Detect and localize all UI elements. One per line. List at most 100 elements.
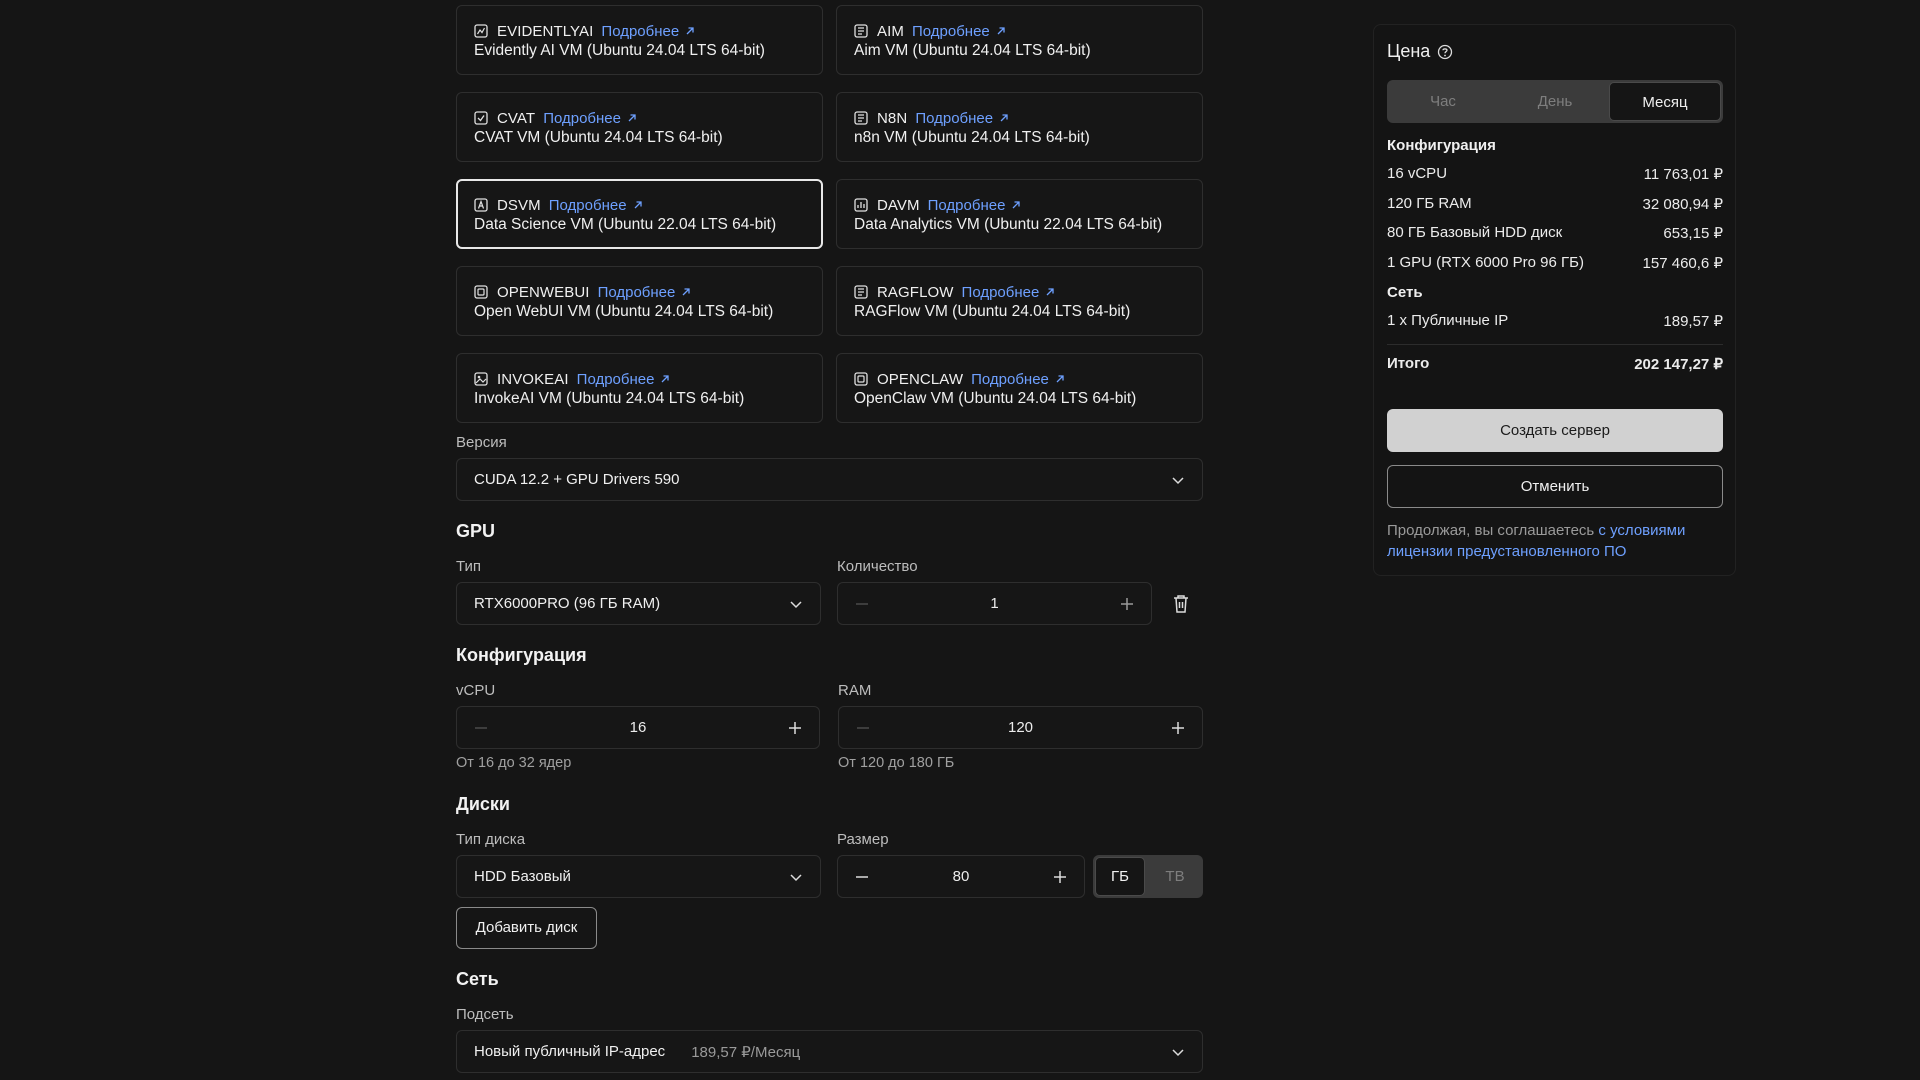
more-link[interactable]: Подробнее	[577, 371, 671, 388]
image-description: Aim VM (Ubuntu 24.04 LTS 64-bit)	[854, 42, 1091, 59]
subnet-select[interactable]: Новый публичный IP-адрес 189,57 ₽/Месяц	[456, 1030, 1203, 1073]
price-total-row: Итого 202 147,27 ₽	[1387, 355, 1723, 373]
more-link[interactable]: Подробнее	[971, 371, 1065, 388]
disk-type-select[interactable]: HDD Базовый	[456, 855, 821, 898]
external-link-icon	[682, 288, 691, 296]
ram-stepper[interactable]: 120	[838, 706, 1203, 749]
external-link-icon	[1046, 288, 1054, 296]
price-panel: Цена Час День Месяц Конфигурация 16 vCPU…	[1373, 24, 1736, 576]
external-link-icon	[661, 375, 670, 383]
ram-hint: От 120 до 180 ГБ	[838, 755, 955, 771]
image-icon	[474, 111, 488, 125]
more-link[interactable]: Подробнее	[928, 197, 1022, 214]
chevron-down-icon	[790, 601, 802, 609]
chevron-down-icon	[1172, 477, 1184, 485]
gpu-type-select[interactable]: RTX6000PRO (96 ГБ RAM)	[456, 582, 821, 625]
period-hour[interactable]: Час	[1387, 80, 1499, 123]
version-value: CUDA 12.2 + GPU Drivers 590	[474, 471, 680, 488]
period-month[interactable]: Месяц	[1609, 82, 1721, 121]
image-code: DSVM	[497, 196, 541, 214]
price-row: 1 x Публичные IP 189,57 ₽	[1387, 312, 1723, 330]
help-icon[interactable]	[1437, 44, 1453, 60]
more-link[interactable]: Подробнее	[598, 284, 692, 301]
image-card-openclaw[interactable]: OPENCLAW Подробнее OpenClaw VM (Ubuntu 2…	[836, 353, 1203, 423]
image-card-dsvm[interactable]: DSVM Подробнее Data Science VM (Ubuntu 2…	[456, 179, 823, 249]
chevron-down-icon	[1172, 1049, 1184, 1057]
period-day[interactable]: День	[1499, 80, 1611, 123]
vcpu-hint: От 16 до 32 ядер	[456, 755, 572, 771]
disk-size-label: Размер	[837, 831, 889, 848]
disk-unit-toggle: ГБ ТВ	[1093, 855, 1203, 898]
plus-icon[interactable]	[788, 721, 802, 735]
more-link[interactable]: Подробнее	[601, 23, 695, 40]
price-row: 1 GPU (RTX 6000 Pro 96 ГБ) 157 460,6 ₽	[1387, 254, 1723, 272]
image-card-ragflow[interactable]: RAGFLOW Подробнее RAGFlow VM (Ubuntu 24.…	[836, 266, 1203, 336]
image-description: n8n VM (Ubuntu 24.04 LTS 64-bit)	[854, 129, 1090, 146]
image-code: RAGFLOW	[877, 283, 954, 301]
more-link[interactable]: Подробнее	[549, 197, 643, 214]
image-card-n8n[interactable]: N8N Подробнее n8n VM (Ubuntu 24.04 LTS 6…	[836, 92, 1203, 162]
add-disk-button[interactable]: Добавить диск	[456, 907, 597, 949]
image-grid: EVIDENTLYAI Подробнее Evidently AI VM (U…	[456, 5, 1203, 423]
price-row: 120 ГБ RAM 32 080,94 ₽	[1387, 195, 1723, 213]
image-icon	[474, 198, 488, 212]
gpu-type-label: Тип	[456, 558, 482, 575]
image-description: Data Science VM (Ubuntu 22.04 LTS 64-bit…	[474, 216, 777, 233]
image-code: INVOKEAI	[497, 370, 569, 388]
image-card-cvat[interactable]: CVAT Подробнее CVAT VM (Ubuntu 24.04 LTS…	[456, 92, 823, 162]
ram-value[interactable]: 120	[839, 719, 1202, 736]
image-icon	[854, 111, 868, 125]
image-icon	[474, 285, 488, 299]
image-description: Open WebUI VM (Ubuntu 24.04 LTS 64-bit)	[474, 303, 774, 320]
external-link-icon	[997, 27, 1005, 35]
more-link[interactable]: Подробнее	[543, 110, 637, 127]
external-link-icon	[686, 27, 694, 35]
version-select[interactable]: CUDA 12.2 + GPU Drivers 590	[456, 458, 1203, 501]
image-card-aim[interactable]: AIM Подробнее Aim VM (Ubuntu 24.04 LTS 6…	[836, 5, 1203, 75]
gpu-count-value[interactable]: 1	[838, 595, 1151, 612]
vcpu-value[interactable]: 16	[457, 719, 819, 736]
more-link[interactable]: Подробнее	[912, 23, 1006, 40]
disks-section-title: Диски	[456, 794, 510, 814]
disk-size-value[interactable]: 80	[838, 868, 1084, 885]
image-code: DAVM	[877, 196, 920, 214]
image-code: OPENCLAW	[877, 370, 964, 388]
create-server-button[interactable]: Создать сервер	[1387, 409, 1723, 452]
subnet-price: 189,57 ₽/Месяц	[691, 1043, 801, 1061]
subnet-label: Подсеть	[456, 1006, 514, 1023]
image-card-davm[interactable]: DAVM Подробнее Data Analytics VM (Ubuntu…	[836, 179, 1203, 249]
external-link-icon	[1000, 114, 1008, 122]
image-card-invokeai[interactable]: INVOKEAI Подробнее InvokeAI VM (Ubuntu 2…	[456, 353, 823, 423]
image-description: CVAT VM (Ubuntu 24.04 LTS 64-bit)	[474, 129, 723, 146]
image-icon	[854, 198, 868, 212]
image-code: N8N	[877, 109, 908, 127]
image-code: CVAT	[497, 109, 536, 127]
trash-icon[interactable]	[1172, 594, 1190, 614]
version-label: Версия	[456, 434, 507, 451]
divider	[1387, 344, 1723, 345]
plus-icon[interactable]	[1053, 870, 1067, 884]
image-description: Evidently AI VM (Ubuntu 24.04 LTS 64-bit…	[474, 42, 765, 59]
chevron-down-icon	[790, 874, 802, 882]
more-link[interactable]: Подробнее	[915, 110, 1009, 127]
period-toggle: Час День Месяц	[1387, 80, 1723, 123]
plus-icon[interactable]	[1120, 597, 1134, 611]
gpu-type-value: RTX6000PRO (96 ГБ RAM)	[474, 595, 661, 612]
unit-gb-option[interactable]: ГБ	[1095, 857, 1145, 896]
image-icon	[854, 24, 868, 38]
gpu-count-stepper[interactable]: 1	[837, 582, 1152, 625]
price-config-label: Конфигурация	[1387, 137, 1496, 154]
vcpu-stepper[interactable]: 16	[456, 706, 820, 749]
image-card-openwebui[interactable]: OPENWEBUI Подробнее Open WebUI VM (Ubunt…	[456, 266, 823, 336]
image-card-evidentlyai[interactable]: EVIDENTLYAI Подробнее Evidently AI VM (U…	[456, 5, 823, 75]
disk-size-stepper[interactable]: 80	[837, 855, 1085, 898]
image-description: InvokeAI VM (Ubuntu 24.04 LTS 64-bit)	[474, 390, 745, 407]
price-row: 16 vCPU 11 763,01 ₽	[1387, 165, 1723, 183]
more-link[interactable]: Подробнее	[962, 284, 1056, 301]
image-description: Data Analytics VM (Ubuntu 22.04 LTS 64-b…	[854, 216, 1163, 233]
external-link-icon	[1056, 375, 1064, 383]
gpu-count-label: Количество	[837, 558, 918, 575]
cancel-button[interactable]: Отменить	[1387, 465, 1723, 508]
plus-icon[interactable]	[1171, 721, 1185, 735]
unit-tb-option[interactable]: ТВ	[1149, 855, 1201, 898]
